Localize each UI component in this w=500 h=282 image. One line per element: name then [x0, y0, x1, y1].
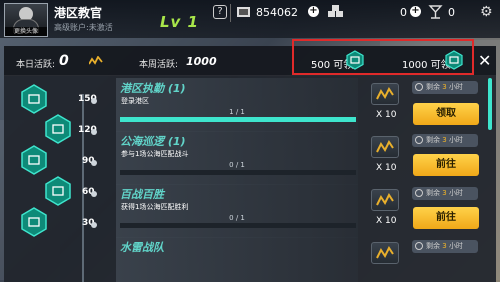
material-icon	[328, 5, 343, 17]
task-progress-text: 0 / 1	[229, 214, 245, 222]
activity-points-icon	[371, 136, 399, 158]
reward-chest-icon[interactable]	[444, 50, 464, 70]
time-value: 3	[442, 242, 447, 250]
task-title: 水雷战队	[120, 241, 164, 254]
time-unit: 小时	[448, 189, 463, 197]
weekly-activity-label: 本周活跃:	[139, 60, 179, 70]
add-material-button[interactable]: +	[410, 6, 421, 17]
activity-panel: 本日活跃: 0 本周活跃: 1000 500 可领 1000 可领 ✕ 150 …	[4, 39, 496, 282]
crest-icon	[428, 5, 443, 19]
milestone-chest-icon[interactable]	[44, 114, 72, 144]
close-button[interactable]: ✕	[478, 51, 491, 70]
goto-button[interactable]: 前往	[413, 154, 479, 176]
activity-points: X 10	[376, 163, 397, 173]
time-value: 3	[442, 83, 447, 91]
player-level: Lv 1	[160, 13, 199, 31]
goto-button[interactable]: 前往	[413, 207, 479, 229]
task-row: 水雷战队	[116, 237, 358, 282]
milestone-chest-icon[interactable]	[20, 84, 48, 114]
change-avatar-caption: 更换头像	[5, 27, 47, 36]
material-value: 0	[400, 6, 407, 19]
time-prefix: 剩余	[426, 242, 440, 250]
daily-activity-label: 本日活跃:	[16, 60, 56, 70]
divider	[230, 4, 231, 22]
task-title: 百战百胜	[120, 188, 164, 201]
task-progress-text: 0 / 1	[229, 161, 245, 169]
task-desc: 登录港区	[121, 97, 149, 105]
reward-500-amount: 500	[311, 60, 331, 71]
activity-points: X 10	[376, 216, 397, 226]
milestone-dot	[91, 98, 97, 104]
activity-points-icon	[371, 242, 399, 264]
daily-activity-value: 0	[59, 53, 69, 69]
add-coin-button[interactable]: +	[308, 6, 319, 17]
task-desc: 参与1场公海匹配战斗	[121, 150, 189, 158]
milestone-chest-icon[interactable]	[20, 207, 48, 237]
clock-icon	[415, 189, 423, 197]
activity-points-icon	[371, 189, 399, 211]
milestone-chest-icon[interactable]	[44, 176, 72, 206]
time-prefix: 剩余	[426, 189, 440, 197]
task-progress-bar	[120, 117, 356, 122]
account-value: 未激活	[88, 23, 113, 32]
task-row: 公海巡逻 (1) 参与1场公海匹配战斗 0 / 1	[116, 131, 358, 185]
coin-value: 854062	[256, 6, 298, 19]
task-title: 公海巡逻 (1)	[120, 135, 186, 148]
milestone-dot	[91, 222, 97, 228]
task-progress-bar	[120, 170, 356, 175]
task-row: 港区执勤 (1) 登录港区 1 / 1	[116, 78, 358, 132]
help-button[interactable]: ?	[213, 5, 227, 19]
crest-value: 0	[448, 6, 455, 19]
task-progress-bar	[120, 223, 356, 228]
milestone-chest-icon[interactable]	[20, 145, 48, 175]
scrollbar[interactable]	[488, 78, 492, 130]
account-status: 高级账户:未激活	[54, 22, 113, 33]
clock-icon	[415, 136, 423, 144]
task-desc: 获得1场公海匹配胜利	[121, 203, 189, 211]
time-prefix: 剩余	[426, 83, 440, 91]
task-progress-fill	[120, 117, 356, 122]
time-remaining: 剩余 3 小时	[412, 81, 478, 94]
account-label: 高级账户:	[54, 23, 89, 32]
milestone-dot	[91, 160, 97, 166]
time-unit: 小时	[448, 136, 463, 144]
time-remaining: 剩余 3 小时	[412, 240, 478, 253]
milestone-dot	[91, 129, 97, 135]
task-title: 港区执勤 (1)	[120, 82, 186, 95]
gear-icon[interactable]: ⚙	[480, 4, 493, 20]
claim-button[interactable]: 领取	[413, 103, 479, 125]
reward-chest-icon[interactable]	[345, 50, 365, 70]
time-unit: 小时	[448, 242, 463, 250]
task-progress-text: 1 / 1	[229, 108, 245, 116]
task-row: 百战百胜 获得1场公海匹配胜利 0 / 1	[116, 184, 358, 238]
weekly-activity-value: 1000	[186, 55, 217, 68]
activity-points-icon	[371, 83, 399, 105]
player-name: 港区教官	[54, 6, 103, 20]
time-remaining: 剩余 3 小时	[412, 187, 478, 200]
clock-icon	[415, 83, 423, 91]
time-value: 3	[442, 189, 447, 197]
activity-points: X 10	[376, 110, 397, 120]
panel-header: 本日活跃: 0 本周活跃: 1000 500 可领 1000 可领 ✕	[4, 39, 496, 76]
coin-icon	[237, 7, 250, 17]
time-unit: 小时	[448, 83, 463, 91]
avatar[interactable]: 更换头像	[4, 3, 48, 37]
top-bar: 更换头像 港区教官 高级账户:未激活 Lv 1 ? 854062 + 0 + 0…	[0, 0, 500, 38]
milestone-dot	[91, 191, 97, 197]
time-prefix: 剩余	[426, 136, 440, 144]
reward-1000-amount: 1000	[402, 60, 428, 71]
time-remaining: 剩余 3 小时	[412, 134, 478, 147]
time-value: 3	[442, 136, 447, 144]
clock-icon	[415, 242, 423, 250]
activity-zigzag-icon	[89, 56, 103, 65]
